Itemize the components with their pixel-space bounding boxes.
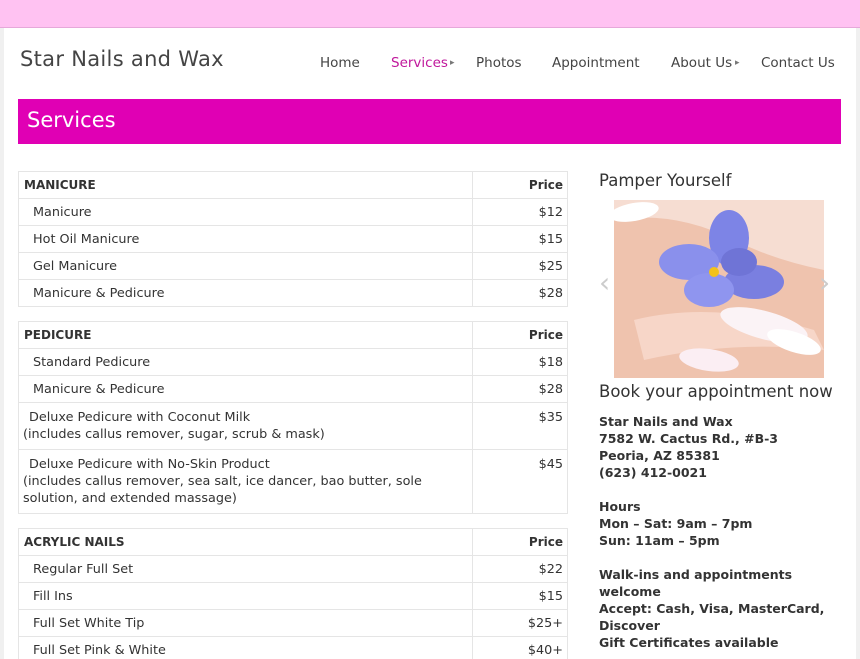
page-banner: Services [18, 99, 841, 144]
section-title: PEDICURE [18, 321, 473, 349]
price-header: Price [472, 171, 568, 199]
table-row: Hot Oil Manicure $15 [18, 225, 568, 253]
table-row: Manicure & Pedicure $28 [18, 279, 568, 307]
service-price: $15 [472, 582, 568, 610]
chevron-right-icon[interactable]: › [819, 266, 830, 299]
service-name: Fill Ins [33, 588, 73, 604]
gift-certificates-text: Gift Certificates available [599, 635, 779, 650]
table-header-row: ACRYLIC NAILS Price [18, 528, 568, 556]
service-name: Hot Oil Manicure [33, 231, 140, 247]
info-block: Walk-ins and appointments welcome Accept… [599, 566, 849, 651]
service-name: Full Set White Tip [33, 615, 145, 631]
city-address: Peoria, AZ 85381 [599, 448, 720, 463]
service-price: $28 [472, 279, 568, 307]
acrylic-nails-table: ACRYLIC NAILS Price Regular Full Set $22 … [18, 528, 568, 659]
nav-contact-us[interactable]: Contact Us [761, 55, 835, 71]
services-price-list: MANICURE Price Manicure $12 Hot Oil Manic… [18, 171, 568, 659]
table-row: Gel Manicure $25 [18, 252, 568, 280]
price-header: Price [472, 321, 568, 349]
service-price: $35 [472, 402, 568, 450]
service-price: $25 [472, 252, 568, 280]
table-row: Manicure $12 [18, 198, 568, 226]
table-row: Manicure & Pedicure $28 [18, 375, 568, 403]
service-price: $15 [472, 225, 568, 253]
payment-text: Accept: Cash, Visa, MasterCard, Discover [599, 601, 825, 633]
street-address: 7582 W. Cactus Rd., #B-3 [599, 431, 779, 446]
service-name: Standard Pedicure [33, 354, 151, 370]
service-name: Full Set Pink & White [33, 642, 166, 658]
table-row: Full Set White Tip $25+ [18, 609, 568, 637]
nav-photos[interactable]: Photos [476, 55, 522, 71]
table-row: Fill Ins $15 [18, 582, 568, 610]
service-name: Gel Manicure [33, 258, 117, 274]
table-header-row: PEDICURE Price [18, 321, 568, 349]
table-row: Regular Full Set $22 [18, 555, 568, 583]
nav-about-us[interactable]: About Us [671, 55, 732, 71]
nav-home[interactable]: Home [320, 55, 360, 71]
weekday-hours: Mon – Sat: 9am – 7pm [599, 516, 753, 531]
hours-block: Hours Mon – Sat: 9am – 7pm Sun: 11am – 5… [599, 498, 849, 549]
table-header-row: MANICURE Price [18, 171, 568, 199]
service-price: $25+ [472, 609, 568, 637]
page-container: Star Nails and Wax Home Services ▸ Photo… [4, 28, 856, 659]
slider-photo [614, 200, 824, 378]
section-title: ACRYLIC NAILS [18, 528, 473, 556]
contact-info: Star Nails and Wax 7582 W. Cactus Rd., #… [599, 413, 849, 651]
service-name: Regular Full Set [33, 561, 134, 577]
service-price: $22 [472, 555, 568, 583]
nav-about-submenu-arrow-icon[interactable]: ▸ [735, 58, 740, 68]
table-row: Standard Pedicure $18 [18, 348, 568, 376]
phone-number[interactable]: (623) 412-0021 [599, 465, 707, 480]
nav-appointment[interactable]: Appointment [552, 55, 640, 71]
top-accent-bar [0, 0, 860, 28]
walkins-text: Walk-ins and appointments welcome [599, 567, 793, 599]
service-name: Manicure [33, 204, 92, 220]
business-name: Star Nails and Wax [599, 414, 733, 429]
service-price: $28 [472, 375, 568, 403]
nav-services-submenu-arrow-icon[interactable]: ▸ [450, 58, 455, 68]
service-price: $40+ [472, 636, 568, 659]
table-row: Deluxe Pedicure with No-Skin Product (inc… [18, 449, 568, 514]
chevron-left-icon[interactable]: ‹ [599, 266, 610, 299]
nail-flower-photo [614, 200, 824, 378]
page-title: Services [27, 108, 116, 132]
pedicure-table: PEDICURE Price Standard Pedicure $18 Mani… [18, 321, 568, 514]
section-title: MANICURE [18, 171, 473, 199]
service-name: Deluxe Pedicure with Coconut Milk [29, 410, 251, 425]
pamper-heading: Pamper Yourself [599, 171, 732, 190]
address-block: Star Nails and Wax 7582 W. Cactus Rd., #… [599, 413, 849, 481]
table-row: Full Set Pink & White $40+ [18, 636, 568, 659]
image-slider[interactable]: ‹ › [599, 200, 830, 380]
table-row: Deluxe Pedicure with Coconut Milk (includ… [18, 402, 568, 450]
service-price: $45 [472, 449, 568, 514]
manicure-table: MANICURE Price Manicure $12 Hot Oil Manic… [18, 171, 568, 307]
service-price: $12 [472, 198, 568, 226]
hours-label: Hours [599, 499, 641, 514]
service-name: Deluxe Pedicure with No-Skin Product [29, 457, 270, 472]
service-note: (includes callus remover, sugar, scrub &… [23, 427, 325, 442]
sunday-hours: Sun: 11am – 5pm [599, 533, 720, 548]
service-name: Manicure & Pedicure [33, 381, 165, 397]
service-name: Manicure & Pedicure [33, 285, 165, 301]
nav-services[interactable]: Services [391, 55, 448, 71]
service-note: (includes callus remover, sea salt, ice … [23, 474, 422, 506]
price-header: Price [472, 528, 568, 556]
main-nav: Home Services ▸ Photos Appointment About… [4, 55, 856, 71]
service-price: $18 [472, 348, 568, 376]
sidebar: Pamper Yourself ‹ › Book your appointmen… [599, 171, 849, 659]
book-heading: Book your appointment now [599, 382, 833, 401]
